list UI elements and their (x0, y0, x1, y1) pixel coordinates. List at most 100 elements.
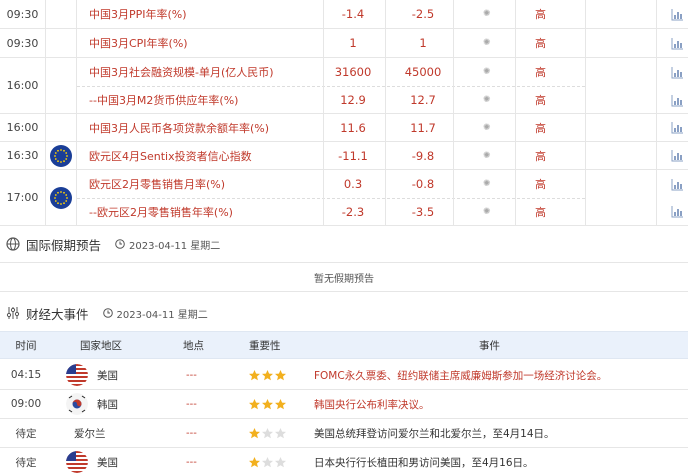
bar-chart-icon[interactable] (671, 58, 684, 86)
section-date: 2023-04-11 星期二 (115, 237, 220, 252)
forecast-value: 11.7 (410, 120, 436, 135)
event-title[interactable]: 中国3月CPI年率(%) (89, 29, 188, 57)
flag-cell (46, 0, 77, 28)
loading-spinner-icon: ✺ (483, 122, 491, 133)
bar-chart-icon[interactable] (671, 86, 684, 114)
event-place: --- (186, 427, 197, 439)
event-description[interactable]: FOMC永久票委、纽约联储主席威廉姆斯参加一场经济讨论会。 (314, 361, 607, 389)
event-title[interactable]: 欧元区2月零售销售月率(%) (89, 170, 225, 198)
importance-label: 高 (535, 149, 546, 163)
globe-icon (6, 237, 20, 251)
event-place: --- (186, 456, 197, 468)
column-divider (385, 0, 386, 226)
column-divider (453, 0, 454, 226)
previous-value: 0.3 (343, 177, 363, 191)
clock-icon (102, 308, 113, 318)
event-time: 09:00 (10, 398, 42, 410)
table-row: 待定 美国 --- 日本央行行长植田和男访问美国，至4月16日。 (0, 448, 688, 476)
event-title[interactable]: 中国3月社会融资规模-单月(亿人民币) (89, 58, 274, 86)
event-title[interactable]: --欧元区2月零售销售年率(%) (89, 198, 233, 225)
loading-spinner-icon: ✺ (483, 67, 491, 77)
loading-spinner-icon: ✺ (483, 38, 491, 48)
section-title: 财经大事件 (26, 306, 89, 322)
column-divider (585, 0, 586, 226)
header-place: 地点 (183, 339, 204, 352)
event-description[interactable]: 韩国央行公布利率决议。 (314, 390, 430, 418)
bar-chart-icon[interactable] (671, 142, 684, 169)
loading-spinner-icon: ✺ (483, 95, 491, 105)
bar-chart-icon[interactable] (671, 170, 684, 198)
column-divider (515, 0, 516, 226)
importance-label: 高 (535, 37, 546, 50)
event-place: --- (186, 398, 197, 410)
table-row: 04:15 美国 --- FOMC永久票委、纽约联储主席威廉姆斯参加一场经济讨论… (0, 361, 688, 390)
event-country: 美国 (97, 369, 118, 382)
header-importance: 重要性 (249, 339, 281, 352)
forecast-value: -3.5 (411, 204, 435, 219)
table-row: 待定 爱尔兰 --- 美国总统拜登访问爱尔兰和北爱尔兰，至4月14日。 (0, 419, 688, 448)
event-time: 16:00 (0, 114, 46, 141)
loading-spinner-icon: ✺ (483, 9, 491, 19)
event-time: 09:30 (0, 0, 46, 28)
sliders-icon (6, 307, 20, 319)
event-title[interactable]: 欧元区4月Sentix投资者信心指数 (89, 142, 252, 169)
flag-cell (46, 114, 77, 141)
previous-value: 31600 (334, 65, 372, 79)
column-divider (323, 0, 324, 226)
header-event: 事件 (479, 339, 500, 352)
event-time: 16:30 (0, 142, 46, 169)
events-table-header: 时间 国家地区 地点 重要性 事件 (0, 331, 688, 359)
header-country: 国家地区 (80, 339, 122, 352)
eu-flag-icon (50, 144, 72, 167)
event-title[interactable]: 中国3月PPI年率(%) (89, 0, 187, 28)
bar-chart-icon[interactable] (671, 0, 684, 28)
date-text: 2023-04-11 星期二 (116, 309, 208, 321)
holiday-section-header: 国际假期预告 2023-04-11 星期二 (0, 234, 688, 254)
forecast-value: -2.5 (411, 7, 435, 21)
us-flag-icon (66, 361, 88, 389)
forecast-value: 12.7 (410, 93, 436, 107)
section-date: 2023-04-11 星期二 (102, 306, 208, 321)
date-text: 2023-04-11 星期二 (129, 240, 221, 252)
importance-stars (249, 361, 287, 389)
us-flag-icon (66, 448, 88, 476)
eu-flag-icon (50, 186, 72, 209)
flag-cell (46, 58, 77, 113)
bar-chart-icon[interactable] (671, 29, 684, 57)
importance-label: 高 (535, 8, 546, 21)
bar-chart-icon[interactable] (671, 114, 684, 141)
loading-spinner-icon: ✺ (483, 179, 491, 189)
event-description[interactable]: 日本央行行长植田和男访问美国，至4月16日。 (314, 448, 534, 476)
event-time: 16:00 (0, 58, 46, 113)
event-time: 待定 (15, 427, 37, 440)
importance-label: 高 (535, 94, 546, 107)
importance-stars (249, 419, 287, 447)
table-row: 09:00 韩国 --- 韩国央行公布利率决议。 (0, 390, 688, 419)
event-country: 韩国 (97, 398, 118, 411)
event-time: 04:15 (10, 369, 42, 381)
previous-value: -2.3 (341, 204, 365, 219)
header-time: 时间 (15, 339, 37, 352)
importance-stars (249, 448, 287, 476)
forecast-value: -9.8 (411, 148, 435, 163)
forecast-value: 1 (419, 36, 427, 50)
event-country: 美国 (97, 456, 118, 469)
importance-label: 高 (535, 178, 546, 191)
event-title[interactable]: 中国3月人民币各项贷款余额年率(%) (89, 114, 269, 141)
event-time: 17:00 (0, 170, 46, 225)
importance-label: 高 (535, 205, 546, 219)
kr-flag-icon (66, 390, 88, 418)
loading-spinner-icon: ✺ (483, 150, 491, 161)
forecast-value: -0.8 (411, 177, 435, 191)
bar-chart-icon[interactable] (671, 198, 684, 225)
flag-cell (46, 170, 77, 225)
previous-value: -1.4 (341, 7, 365, 21)
importance-stars (249, 390, 287, 418)
event-time: 09:30 (0, 29, 46, 57)
clock-icon (115, 239, 125, 249)
event-country: 爱尔兰 (74, 427, 106, 440)
event-description[interactable]: 美国总统拜登访问爱尔兰和北爱尔兰，至4月14日。 (314, 419, 555, 447)
event-title[interactable]: --中国3月M2货币供应年率(%) (89, 86, 238, 114)
no-holiday-message: 暂无假期预告 (0, 262, 688, 292)
section-title: 国际假期预告 (26, 237, 102, 253)
